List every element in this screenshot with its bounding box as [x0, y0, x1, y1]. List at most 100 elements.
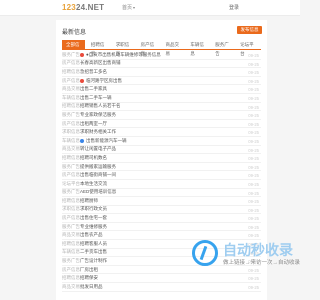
list-item-category[interactable]: 服务广告 [62, 189, 80, 195]
list-item[interactable]: 商品交易 出售二手家具 09-25 [62, 85, 261, 94]
list-item-title[interactable]: 出租两室一厅 [80, 121, 107, 127]
list-item-title[interactable]: 长春高新区出售商铺 [80, 60, 121, 66]
list-item-title[interactable]: 出售住宅一套 [80, 215, 107, 221]
list-item-category[interactable]: 服务广告 [62, 258, 80, 264]
list-item[interactable]: 房产信息 出租两室一厅 09-25 [62, 120, 261, 129]
list-item-title[interactable]: 招聘司机数名 [80, 155, 107, 161]
list-item[interactable]: 服务广告 AED使用培训信息 09-25 [62, 189, 261, 198]
list-item-title[interactable]: 急招普工多名 [80, 69, 107, 75]
tab-2[interactable]: 求职信息 [112, 40, 135, 56]
list-item-title[interactable]: 出售农产品 [80, 232, 103, 238]
list-item-category[interactable]: 服务广告 [62, 112, 80, 118]
list-item-category[interactable]: 房产信息 [62, 121, 80, 127]
list-item[interactable]: 房产信息 出售住宅一套 09-25 [62, 214, 261, 223]
tab-3[interactable]: 房产信息 [137, 40, 160, 56]
list-item-category[interactable]: 房产信息 [62, 172, 80, 178]
list-item-title[interactable]: 招聘保安 [80, 275, 98, 281]
list-item-category[interactable]: 商品交易 [62, 232, 80, 238]
tab-7[interactable]: 论坛平台 [236, 40, 259, 56]
list-item[interactable]: 商品交易 转让闲置电子产品 09-25 [62, 146, 261, 155]
list-item-category[interactable]: 招聘信息 [62, 155, 80, 161]
list-item[interactable]: 房产信息 长春高新区出售商铺 09-25 [62, 60, 261, 69]
list-item-title[interactable]: 出售二手家具 [80, 86, 107, 92]
list-item[interactable]: 论坛平台 本地生活交流 09-25 [62, 180, 261, 189]
list-item-category[interactable]: 车辆信息 [62, 95, 80, 101]
list-item-title[interactable]: 厂房出租 [80, 267, 98, 273]
list-item-title[interactable]: 本地生活交流 [80, 181, 107, 187]
list-item[interactable]: 商品交易 批发日用品 09-25 [62, 283, 261, 292]
watermark-logo-icon [192, 240, 218, 266]
list-item-category[interactable]: 招聘信息 [62, 69, 80, 75]
list-item-title[interactable]: 转让闲置电子产品 [80, 146, 116, 152]
list-item[interactable]: 服务广告 专业家政保洁服务 09-25 [62, 111, 261, 120]
list-item-title[interactable]: 专业维修服务 [80, 224, 107, 230]
list-item-category[interactable]: 车辆信息 [62, 138, 80, 144]
list-item[interactable]: 房产信息 出售临街商铺一间 09-25 [62, 171, 261, 180]
list-item-category[interactable]: 招聘信息 [62, 198, 80, 204]
list-item[interactable]: 服务广告 专业维修服务 09-25 [62, 223, 261, 232]
list-item-date: 09-25 [248, 164, 259, 170]
logo-number: 123 [62, 3, 76, 12]
list-item[interactable]: 车辆信息 出售新能源汽车一辆 09-25 [62, 137, 261, 146]
list-item-category[interactable]: 求职信息 [62, 129, 80, 135]
list-item-title[interactable]: 出售二手车一辆 [80, 95, 112, 101]
tab-4[interactable]: 商品交易 [162, 40, 185, 56]
list-item-title[interactable]: 求职财务相关工作 [80, 129, 116, 135]
list-item[interactable]: 服务广告 ●自贡市出售机动车辆维修等服务信息 09-25 [62, 51, 261, 60]
list-item-category[interactable]: 房产信息 [62, 267, 80, 273]
list-item-category[interactable]: 房产信息 [62, 215, 80, 221]
list-item-title[interactable]: 二手货车出售 [80, 249, 107, 255]
logo-domain: 24.NET [75, 3, 105, 12]
list-item-category[interactable]: 服务广告 [62, 224, 80, 230]
list-item-category[interactable]: 服务广告 [62, 164, 80, 170]
site-logo[interactable]: 12324.NET [62, 3, 104, 12]
list-item[interactable]: 招聘信息 招聘销售人员若干名 09-25 [62, 103, 261, 112]
list-item-category[interactable]: 商品交易 [62, 284, 80, 290]
list-item[interactable]: 房产信息 临河路学区房出售 09-25 [62, 77, 261, 86]
list-item-title[interactable]: 临河路学区房出售 [86, 78, 122, 84]
tab-5[interactable]: 车辆信息 [186, 40, 209, 56]
list-item-title[interactable]: 提供搬家运输服务 [80, 164, 116, 170]
list-item[interactable]: 招聘信息 招聘厨师 09-25 [62, 197, 261, 206]
list-item-title[interactable]: 求职行政文员 [80, 206, 107, 212]
list-item-date: 09-25 [248, 70, 259, 76]
list-item-title[interactable]: 广告设计制作 [80, 258, 107, 264]
list-item-category[interactable]: 房产信息 [62, 60, 80, 66]
list-item-category[interactable]: 求职信息 [62, 206, 80, 212]
list-item-category[interactable]: 招聘信息 [62, 103, 80, 109]
post-info-button[interactable]: 发布信息 [237, 26, 262, 34]
nav-home-dropdown[interactable]: 首页▾ [122, 4, 135, 11]
list-item-title[interactable]: 招聘客服人员 [80, 241, 107, 247]
tab-6[interactable]: 服务广告 [211, 40, 234, 56]
list-item-title[interactable]: 专业家政保洁服务 [80, 112, 116, 118]
list-item-category[interactable]: 商品交易 [62, 86, 80, 92]
list-item-title[interactable]: AED使用培训信息 [80, 189, 116, 195]
list-item-title[interactable]: 招聘销售人员若干名 [80, 103, 121, 109]
tab-1[interactable]: 招聘信息 [87, 40, 110, 56]
list-item[interactable]: 商品交易 出售农产品 09-25 [62, 231, 261, 241]
panel-header: 最新信息 发布信息 [56, 20, 267, 40]
list-item-title[interactable]: 出售新能源汽车一辆 [86, 138, 127, 144]
list-item-date: 09-25 [248, 285, 259, 291]
list-item-category[interactable]: 论坛平台 [62, 181, 80, 187]
list-item-category[interactable]: 商品交易 [62, 146, 80, 152]
top-bar: 12324.NET 首页▾ 登录 [0, 0, 300, 16]
list-item-category[interactable]: 车辆信息 [62, 249, 80, 255]
login-link[interactable]: 登录 [229, 4, 239, 11]
list-item-title[interactable]: 批发日用品 [80, 284, 103, 290]
list-item[interactable]: 招聘信息 招聘司机数名 09-25 [62, 154, 261, 163]
list-item[interactable]: 招聘信息 急招普工多名 09-25 [62, 68, 261, 77]
list-item[interactable]: 求职信息 求职财务相关工作 09-25 [62, 128, 261, 137]
list-item[interactable]: 招聘信息 招聘保安 09-25 [62, 274, 261, 284]
list-item[interactable]: 服务广告 提供搬家运输服务 09-25 [62, 163, 261, 172]
list-item-title[interactable]: 招聘厨师 [80, 198, 98, 204]
list-item[interactable]: 车辆信息 出售二手车一辆 09-25 [62, 94, 261, 103]
list-item-title[interactable]: ●自贡市出售机动车辆维修等服务信息 [86, 52, 161, 58]
list-item-category[interactable]: 服务广告 [62, 52, 80, 58]
list-item-category[interactable]: 招聘信息 [62, 275, 80, 281]
list-item-category[interactable]: 房产信息 [62, 78, 80, 84]
tab-0[interactable]: 全部信息 [62, 40, 85, 56]
list-item[interactable]: 求职信息 求职行政文员 09-25 [62, 206, 261, 215]
list-item-title[interactable]: 出售临街商铺一间 [80, 172, 116, 178]
list-item-category[interactable]: 招聘信息 [62, 241, 80, 247]
